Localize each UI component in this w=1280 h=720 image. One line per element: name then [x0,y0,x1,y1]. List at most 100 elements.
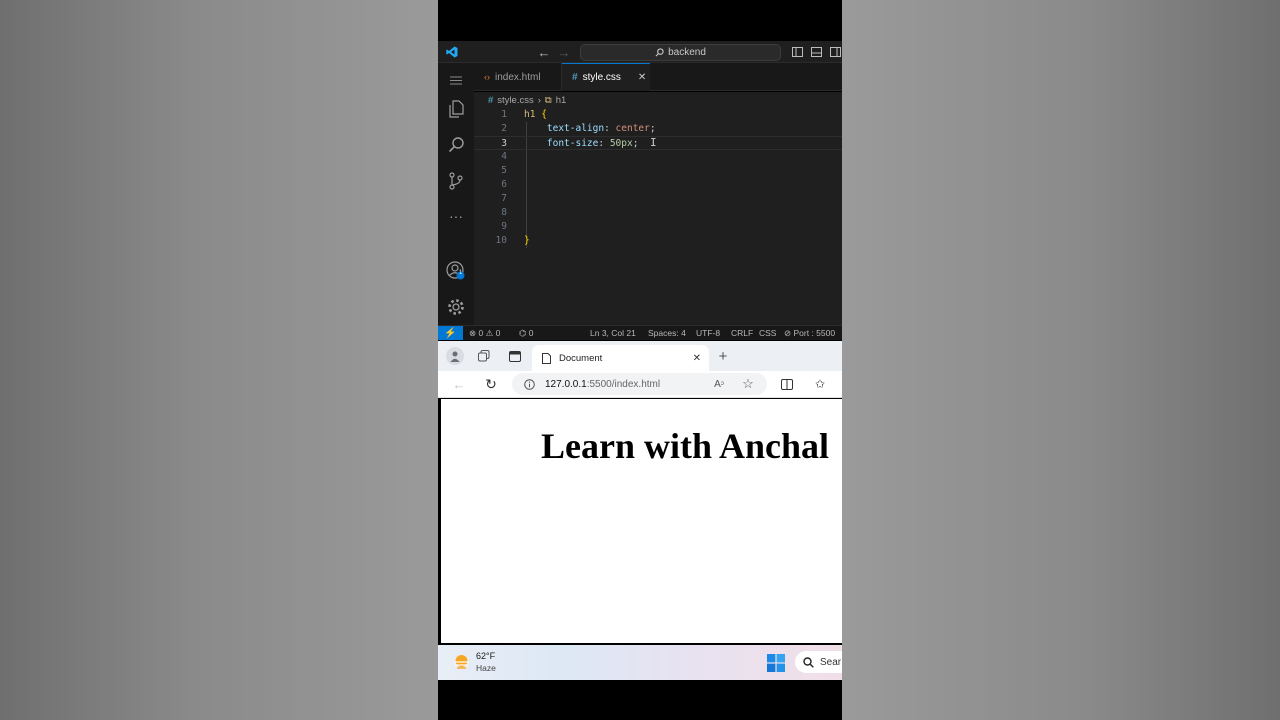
forward-arrow-icon[interactable]: → [556,41,572,63]
warning-icon: ⚠ [485,328,494,338]
search-text: backend [668,47,706,58]
ports-indicator[interactable]: ⌬ 0 [519,326,534,340]
error-icon: ⊗ [469,328,477,338]
code-line[interactable]: 1 h1 { [474,108,842,122]
html-icon: ‹› [484,72,490,82]
more-icon[interactable]: ··· [438,201,474,231]
code-line[interactable]: 5 [474,164,842,178]
line-number: 2 [501,123,507,134]
menu-icon[interactable] [438,65,474,95]
command-center-search[interactable]: backend [580,44,781,61]
port-label: Port : 5500 [793,328,836,338]
activity-bar: ··· 1 [438,63,474,325]
symbol-icon: ⧉ [544,94,552,106]
url-host: 127.0.0.1 [545,378,587,390]
toggle-sidebar-icon[interactable] [790,41,804,63]
block-icon: ⊘ [784,328,792,338]
explorer-icon[interactable] [438,94,474,124]
tab-label: style.css [582,72,621,83]
line-number: 4 [501,151,507,162]
browser-tab-document[interactable]: Document ✕ [532,345,709,371]
code-line[interactable]: 3 font-size: 50px; I [474,136,842,150]
tab-index-html[interactable]: ‹› index.html [474,63,562,91]
settings-gear-icon[interactable] [438,292,474,322]
broadcast-icon: ⌬ [519,328,527,338]
read-aloud-icon[interactable]: Aↄ [710,375,728,393]
encoding[interactable]: UTF-8 [696,326,720,340]
line-number: 7 [501,193,507,204]
info-icon [524,378,535,390]
accounts-icon[interactable]: 1 [438,256,474,286]
code-line[interactable]: 2 text-align: center; [474,122,842,136]
text-cursor-icon: I [650,136,657,149]
line-number: 1 [501,109,507,120]
cursor-position[interactable]: Ln 3, Col 21 [590,326,636,340]
code-line[interactable]: 6 [474,178,842,192]
favorites-icon[interactable]: ✩ [811,375,829,393]
page-icon [542,352,551,364]
profile-avatar-icon[interactable] [446,347,464,365]
browser-tab-title: Document [559,352,603,364]
vscode-titlebar: ← → backend [438,41,842,63]
close-tab-icon[interactable]: ✕ [638,72,646,83]
favorite-star-icon[interactable]: ☆ [739,375,757,393]
haze-weather-icon[interactable] [453,654,470,675]
code-editor[interactable]: 1 h1 { 2 text-align: center; 3 font-size… [474,108,842,325]
line-number: 8 [501,207,507,218]
search-sidebar-icon[interactable] [438,129,474,159]
browser-viewport: Learn with Anchal [441,399,842,643]
line-number: 3 [501,138,507,149]
problems-indicator[interactable]: ⊗ 0 ⚠ 0 [469,326,500,340]
vscode-logo-icon [444,41,460,63]
code-line[interactable]: 8 [474,206,842,220]
tab-style-css[interactable]: # style.css ✕ [562,63,650,91]
line-number: 9 [501,221,507,232]
line-ending[interactable]: CRLF [731,326,753,340]
split-screen-icon[interactable] [778,375,796,393]
code-text: text-align: center; [546,123,656,134]
toggle-secondary-sidebar-icon[interactable] [828,41,842,63]
tab-actions-icon[interactable] [506,347,524,365]
windows-start-icon[interactable] [767,654,785,677]
remote-indicator-icon[interactable]: ⚡ [438,326,463,340]
taskbar-search[interactable]: Sear [795,651,842,673]
warning-count: 0 [495,328,501,338]
css-icon: # [572,72,578,83]
back-arrow-icon[interactable]: ← [536,41,552,63]
code-line[interactable]: 7 [474,192,842,206]
code-text: font-size: 50px; [546,138,639,149]
new-tab-icon[interactable]: + [714,347,732,365]
code-text: } [524,235,530,246]
page-heading: Learn with Anchal [541,426,830,466]
ports-count: 0 [528,328,534,338]
line-number: 5 [501,165,507,176]
code-line[interactable]: 10 } [474,234,842,248]
code-line[interactable]: 9 [474,220,842,234]
toggle-panel-icon[interactable] [809,41,823,63]
chevron-right-icon: › [537,94,541,106]
weather-condition: Haze [476,663,496,673]
language-mode[interactable]: CSS [759,326,776,340]
indentation[interactable]: Spaces: 4 [648,326,686,340]
taskbar-search-label: Sear [820,656,842,668]
code-line[interactable]: 4 [474,150,842,164]
css-icon: # [488,94,494,106]
back-arrow-icon[interactable]: ← [450,375,468,393]
search-icon [803,656,814,668]
accounts-badge: 1 [459,270,463,276]
breadcrumb-symbol[interactable]: h1 [556,95,567,106]
editor-tabs: ‹› index.html # style.css ✕ [474,63,842,91]
code-text: h1 { [524,109,547,120]
address-bar[interactable]: 127.0.0.1:5500/index.html [512,373,767,395]
windows-taskbar: 62°F Haze Sear [438,645,842,680]
phone-screen: ← → backend ··· 1 ‹› index.html # style.… [438,0,842,720]
source-control-icon[interactable] [438,166,474,196]
line-number: 6 [501,179,507,190]
tab-label: index.html [495,71,541,83]
refresh-icon[interactable]: ↻ [482,375,500,393]
close-tab-icon[interactable]: ✕ [693,353,701,364]
live-server-port[interactable]: ⊘ Port : 5500 [784,326,835,340]
status-bar: ⚡ ⊗ 0 ⚠ 0 ⌬ 0 Ln 3, Col 21 Spaces: 4 UTF… [438,325,842,340]
workspaces-icon[interactable] [475,347,493,365]
breadcrumb-file[interactable]: style.css [497,95,533,106]
